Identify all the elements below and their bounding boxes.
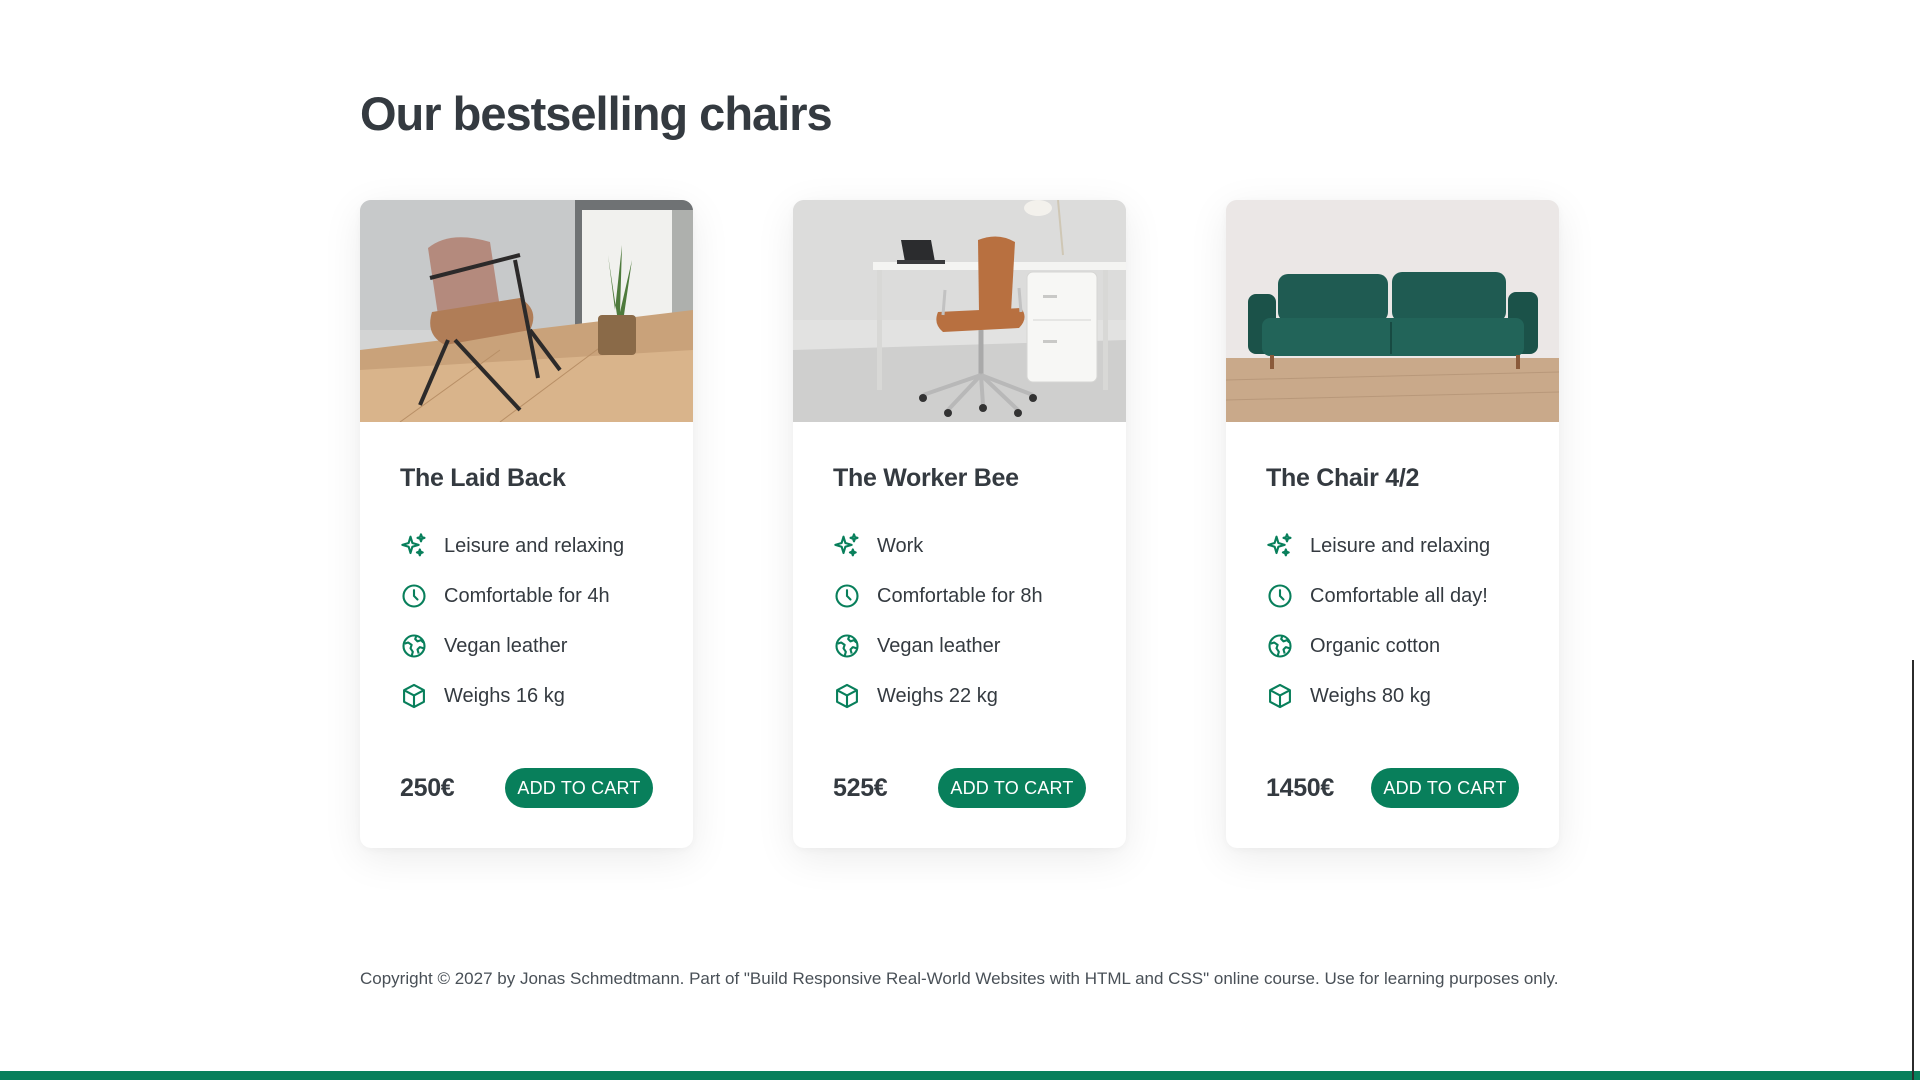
feature-item: Comfortable for 4h (400, 571, 653, 621)
scrollbar[interactable] (1912, 660, 1914, 1080)
add-to-cart-button[interactable]: ADD TO CART (1371, 768, 1519, 808)
feature-item: Weighs 22 kg (833, 671, 1086, 721)
feature-list: Work Comfortable for 8h Vegan leather We… (833, 521, 1086, 721)
feature-list: Leisure and relaxing Comfortable for 4h … (400, 521, 653, 721)
feature-text: Leisure and relaxing (444, 534, 625, 557)
feature-item: Leisure and relaxing (400, 521, 653, 571)
feature-item: Vegan leather (833, 621, 1086, 671)
product-cards: The Laid Back Leisure and relaxing Comfo… (360, 200, 1559, 848)
sparkles-icon (400, 532, 428, 560)
clock-icon (833, 582, 861, 610)
globe-icon (833, 632, 861, 660)
cube-icon (1266, 682, 1294, 710)
feature-item: Comfortable all day! (1266, 571, 1519, 621)
feature-text: Leisure and relaxing (1310, 534, 1491, 557)
feature-item: Vegan leather (400, 621, 653, 671)
add-to-cart-button[interactable]: ADD TO CART (505, 768, 653, 808)
product-price: 1450€ (1266, 773, 1335, 802)
feature-item: Work (833, 521, 1086, 571)
product-image-sofa (1226, 200, 1559, 422)
card-footer: 525€ ADD TO CART (833, 768, 1086, 808)
feature-text: Weighs 16 kg (444, 684, 565, 707)
globe-icon (1266, 632, 1294, 660)
product-card: The Laid Back Leisure and relaxing Comfo… (360, 200, 693, 848)
feature-text: Vegan leather (444, 634, 568, 657)
feature-text: Comfortable for 4h (444, 584, 610, 607)
feature-text: Work (877, 534, 924, 557)
product-image-office-chair (793, 200, 1126, 422)
card-footer: 250€ ADD TO CART (400, 768, 653, 808)
feature-text: Comfortable all day! (1310, 584, 1488, 607)
feature-item: Organic cotton (1266, 621, 1519, 671)
product-card: The Worker Bee Work Comfortable for 8h V… (793, 200, 1126, 848)
page: Our bestselling chairs The Laid Back Lei… (0, 0, 1920, 1080)
sparkles-icon (833, 532, 861, 560)
clock-icon (1266, 582, 1294, 610)
globe-icon (400, 632, 428, 660)
feature-item: Leisure and relaxing (1266, 521, 1519, 571)
product-title: The Worker Bee (833, 464, 1019, 492)
product-title: The Chair 4/2 (1266, 464, 1420, 492)
product-price: 250€ (400, 773, 455, 802)
cube-icon (400, 682, 428, 710)
section-title: Our bestselling chairs (360, 87, 833, 140)
sparkles-icon (1266, 532, 1294, 560)
add-to-cart-button[interactable]: ADD TO CART (938, 768, 1086, 808)
bottom-accent-bar (0, 1071, 1920, 1080)
feature-text: Weighs 80 kg (1310, 684, 1431, 707)
product-card: The Chair 4/2 Leisure and relaxing Comfo… (1226, 200, 1559, 848)
cube-icon (833, 682, 861, 710)
clock-icon (400, 582, 428, 610)
feature-text: Comfortable for 8h (877, 584, 1043, 607)
feature-text: Organic cotton (1310, 634, 1441, 657)
feature-item: Weighs 80 kg (1266, 671, 1519, 721)
feature-item: Comfortable for 8h (833, 571, 1086, 621)
card-footer: 1450€ ADD TO CART (1266, 768, 1519, 808)
product-price: 525€ (833, 773, 888, 802)
product-title: The Laid Back (400, 464, 566, 492)
feature-text: Weighs 22 kg (877, 684, 998, 707)
product-image-lounge-chair (360, 200, 693, 422)
copyright-text: Copyright © 2027 by Jonas Schmedtmann. P… (360, 969, 1559, 988)
feature-list: Leisure and relaxing Comfortable all day… (1266, 521, 1519, 721)
feature-item: Weighs 16 kg (400, 671, 653, 721)
feature-text: Vegan leather (877, 634, 1001, 657)
